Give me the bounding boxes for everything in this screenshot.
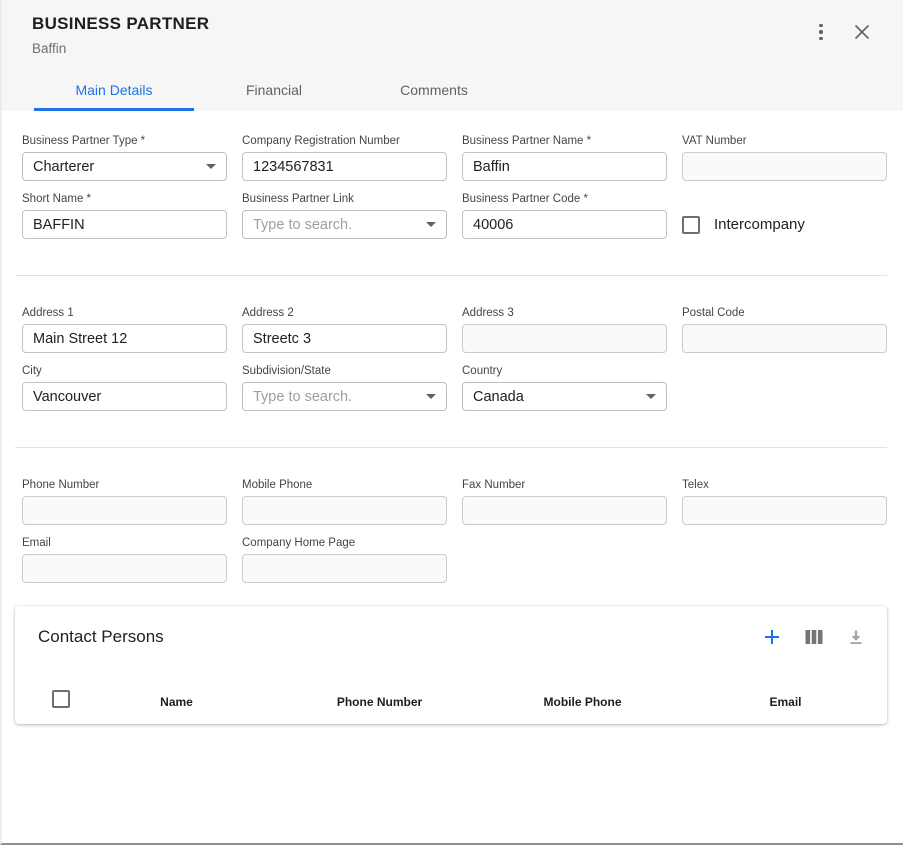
field-address-1: Address 1 [22, 307, 227, 353]
empty-cell [682, 537, 887, 583]
column-header-phone-number: Phone Number [278, 695, 481, 709]
vat-number-input[interactable] [682, 152, 887, 181]
field-label: Email [22, 537, 227, 549]
chevron-down-icon [646, 394, 656, 399]
field-short-name: Short Name * [22, 193, 227, 239]
contact-persons-title: Contact Persons [38, 627, 164, 647]
business-partner-code-input[interactable] [462, 210, 667, 239]
field-city: City [22, 365, 227, 411]
contact-persons-toolbar [761, 626, 867, 648]
checkbox-icon [682, 216, 700, 234]
address-3-input[interactable] [462, 324, 667, 353]
section-divider [15, 447, 887, 448]
mobile-phone-input[interactable] [242, 496, 447, 525]
panel-header: BUSINESS PARTNER Baffin Main Details Fin… [2, 0, 903, 111]
column-header-name: Name [75, 695, 278, 709]
fax-number-input[interactable] [462, 496, 667, 525]
field-label: Country [462, 365, 667, 377]
add-contact-button[interactable] [761, 626, 783, 648]
field-business-partner-link: Business Partner Link Type to search. [242, 193, 447, 239]
field-label: Subdivision/State [242, 365, 447, 377]
postal-code-input[interactable] [682, 324, 887, 353]
field-label: Fax Number [462, 479, 667, 491]
phone-number-input[interactable] [22, 496, 227, 525]
view-columns-icon[interactable] [803, 626, 825, 648]
field-business-partner-type: Business Partner Type * Charterer [22, 135, 227, 181]
address-section: Address 1 Address 2 Address 3 Postal Cod… [22, 307, 887, 411]
field-label: VAT Number [682, 135, 887, 147]
field-label: Postal Code [682, 307, 887, 319]
field-label: Business Partner Name * [462, 135, 667, 147]
section-divider [15, 275, 887, 276]
field-address-3: Address 3 [462, 307, 667, 353]
field-vat-number: VAT Number [682, 135, 887, 181]
contact-table-header: Name Phone Number Mobile Phone Email [15, 690, 887, 713]
main-content: Business Partner Type * Charterer Compan… [2, 111, 903, 724]
contact-info-section: Phone Number Mobile Phone Fax Number Tel… [22, 479, 887, 583]
field-address-2: Address 2 [242, 307, 447, 353]
field-company-registration-number: Company Registration Number [242, 135, 447, 181]
page-title: BUSINESS PARTNER [32, 14, 879, 34]
business-partner-link-select[interactable]: Type to search. [242, 210, 447, 239]
field-mobile-phone: Mobile Phone [242, 479, 447, 525]
field-label: Telex [682, 479, 887, 491]
column-header-mobile-phone: Mobile Phone [481, 695, 684, 709]
short-name-input[interactable] [22, 210, 227, 239]
address-2-input[interactable] [242, 324, 447, 353]
country-select[interactable]: Canada [462, 382, 667, 411]
field-label: Address 1 [22, 307, 227, 319]
field-phone-number: Phone Number [22, 479, 227, 525]
page-subtitle: Baffin [32, 41, 879, 56]
tab-financial[interactable]: Financial [194, 71, 354, 111]
field-label: Company Home Page [242, 537, 447, 549]
field-label: Business Partner Code * [462, 193, 667, 205]
chevron-down-icon [426, 222, 436, 227]
subdivision-state-select[interactable]: Type to search. [242, 382, 447, 411]
telex-input[interactable] [682, 496, 887, 525]
field-business-partner-code: Business Partner Code * [462, 193, 667, 239]
city-input[interactable] [22, 382, 227, 411]
field-business-partner-name: Business Partner Name * [462, 135, 667, 181]
field-intercompany: Intercompany [682, 193, 887, 239]
field-fax-number: Fax Number [462, 479, 667, 525]
email-input[interactable] [22, 554, 227, 583]
business-partner-type-select[interactable]: Charterer [22, 152, 227, 181]
tab-main-details[interactable]: Main Details [34, 71, 194, 111]
address-1-input[interactable] [22, 324, 227, 353]
field-label: City [22, 365, 227, 377]
tab-comments[interactable]: Comments [354, 71, 514, 111]
field-postal-code: Postal Code [682, 307, 887, 353]
field-company-home-page: Company Home Page [242, 537, 447, 583]
field-label: Address 3 [462, 307, 667, 319]
column-header-email: Email [684, 695, 887, 709]
intercompany-checkbox[interactable]: Intercompany [682, 216, 805, 234]
field-label: Address 2 [242, 307, 447, 319]
contact-persons-card: Contact Persons [15, 606, 887, 724]
field-label: Business Partner Type * [22, 135, 227, 147]
chevron-down-icon [206, 164, 216, 169]
select-all-checkbox[interactable] [52, 690, 70, 708]
company-home-page-input[interactable] [242, 554, 447, 583]
kebab-menu-icon[interactable] [811, 21, 831, 43]
field-label: Short Name * [22, 193, 227, 205]
empty-cell [682, 365, 887, 411]
field-subdivision-state: Subdivision/State Type to search. [242, 365, 447, 411]
close-icon[interactable] [851, 21, 873, 43]
company-registration-number-input[interactable] [242, 152, 447, 181]
field-label: Mobile Phone [242, 479, 447, 491]
field-country: Country Canada [462, 365, 667, 411]
download-icon[interactable] [845, 626, 867, 648]
field-label: Company Registration Number [242, 135, 447, 147]
empty-cell [462, 537, 667, 583]
chevron-down-icon [426, 394, 436, 399]
field-label: Phone Number [22, 479, 227, 491]
field-label: Business Partner Link [242, 193, 447, 205]
identity-section: Business Partner Type * Charterer Compan… [22, 135, 887, 239]
tab-bar: Main Details Financial Comments [34, 71, 879, 111]
business-partner-name-input[interactable] [462, 152, 667, 181]
field-email: Email [22, 537, 227, 583]
field-telex: Telex [682, 479, 887, 525]
